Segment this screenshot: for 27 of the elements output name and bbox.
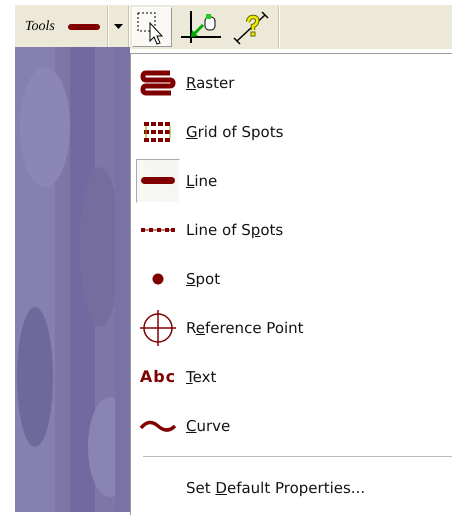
menu-item-label: Grid of Spots [186, 122, 284, 140]
wave-icon [139, 418, 177, 434]
menu-item-label: Text [186, 368, 216, 386]
crosshair-icon [139, 308, 177, 346]
menu-item-label: Reference Point [186, 318, 304, 336]
menu-item-label: Set Default Properties... [186, 478, 366, 496]
select-tool-button[interactable] [132, 7, 172, 47]
menu-item-label: Raster [186, 74, 234, 92]
caret-icon [114, 24, 123, 30]
menu-item[interactable]: Abc Text [131, 352, 452, 401]
menu-item-label: Spot [186, 270, 220, 288]
menu-item[interactable]: Spot [131, 254, 452, 303]
menu-item[interactable]: Reference Point [131, 303, 452, 352]
text-tool-icon: Abc [140, 367, 176, 386]
menu-item[interactable]: Set Default Properties... [131, 463, 452, 512]
menu-item[interactable]: Grid of Spots [131, 107, 452, 156]
toolbar-label: Tools [25, 19, 55, 35]
menu-item-label: Line of Spots [186, 220, 284, 238]
spot-icon [152, 272, 164, 284]
dotted-line-icon [141, 226, 175, 232]
menu-item-label: Line [186, 172, 218, 190]
menu-item[interactable]: Raster [131, 58, 452, 107]
raster-icon [140, 68, 176, 96]
menu-item-label: Curve [186, 416, 230, 434]
menu-item[interactable]: Line of Spots [131, 205, 452, 254]
menu-item[interactable]: Curve [131, 401, 452, 450]
menu-item[interactable]: Line [131, 156, 452, 205]
